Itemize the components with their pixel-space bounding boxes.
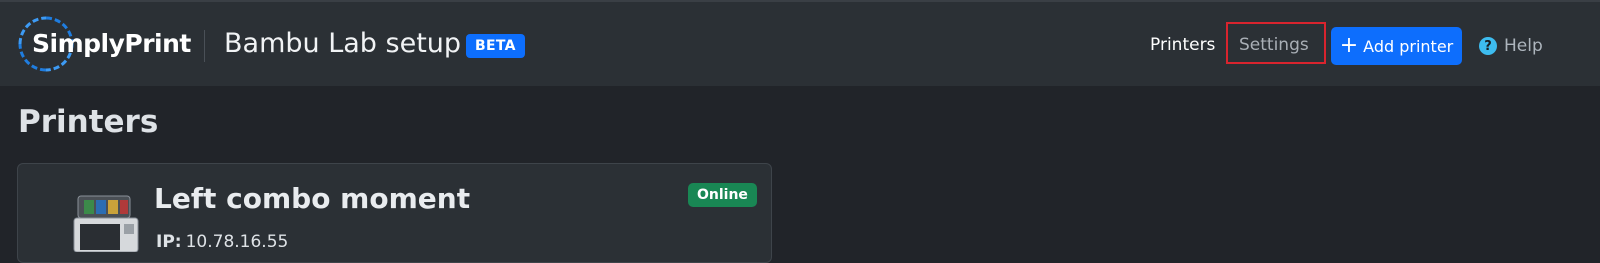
nav-link-settings[interactable]: Settings — [1239, 35, 1309, 55]
printer-image — [73, 195, 139, 252]
navbar-divider — [204, 30, 205, 62]
ip-value: 10.78.16.55 — [185, 232, 289, 252]
add-printer-label: Add printer — [1363, 36, 1454, 56]
plus-icon: + — [1339, 33, 1359, 58]
ip-label: IP: — [156, 232, 182, 252]
status-badge: Online — [688, 183, 757, 207]
brand-name: SimplyPrint — [32, 29, 191, 58]
simplyprint-logo[interactable]: SimplyPrint — [16, 14, 191, 74]
help-link[interactable]: ? Help — [1479, 34, 1543, 58]
help-label: Help — [1504, 36, 1543, 56]
top-navbar: SimplyPrint Bambu Lab setup BETA Printer… — [0, 2, 1600, 86]
printer-ip: IP: 10.78.16.55 — [156, 232, 288, 252]
printer-name[interactable]: Left combo moment — [154, 182, 470, 215]
beta-badge: BETA — [466, 34, 525, 58]
section-title: Printers — [18, 104, 159, 140]
add-printer-button[interactable]: + Add printer — [1331, 27, 1462, 65]
nav-link-printers[interactable]: Printers — [1150, 35, 1215, 55]
printer-card[interactable]: Left combo moment Online IP: 10.78.16.55 — [17, 163, 772, 263]
page-heading: Bambu Lab setup — [224, 28, 462, 59]
question-circle-icon: ? — [1479, 37, 1497, 55]
